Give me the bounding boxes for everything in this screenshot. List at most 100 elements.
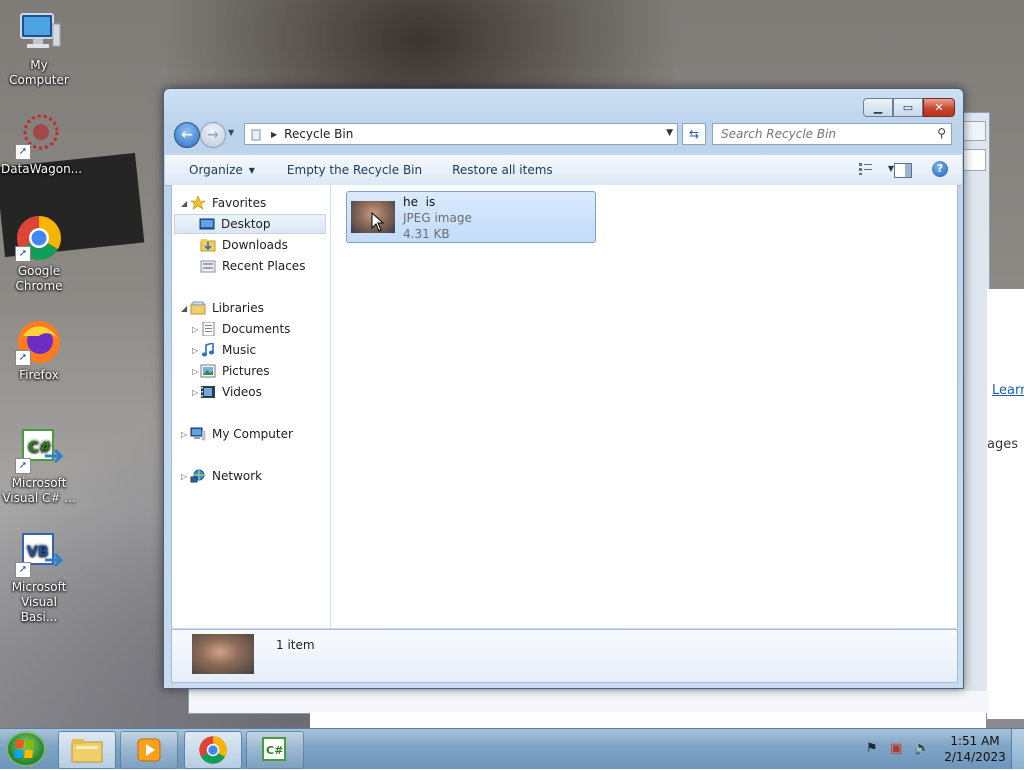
file-list[interactable]: he is JPEG image 4.31 KB <box>331 185 957 628</box>
expand-arrow-icon[interactable]: ▷ <box>181 430 187 439</box>
nav-recent-places[interactable]: Recent Places <box>200 256 305 276</box>
expand-arrow-icon[interactable]: ▷ <box>192 346 198 355</box>
restore-all-items-label: Restore all items <box>452 163 553 177</box>
nav-network[interactable]: Network <box>190 466 262 486</box>
search-input[interactable] <box>719 126 923 142</box>
expand-arrow-icon[interactable]: ▷ <box>192 325 198 334</box>
taskbar-explorer-button[interactable] <box>58 731 116 769</box>
explorer-folder-icon <box>71 739 103 763</box>
nav-desktop-label: Desktop <box>221 217 271 231</box>
windows-logo-icon <box>14 740 35 758</box>
computer-icon <box>190 427 206 441</box>
breadcrumb-recycle-bin[interactable]: Recycle Bin <box>284 127 353 141</box>
collapse-arrow-icon[interactable]: ◢ <box>181 199 187 208</box>
background-window-bottom-bar <box>189 691 989 713</box>
empty-recycle-bin-button[interactable]: Empty the Recycle Bin <box>275 163 434 177</box>
search-box[interactable]: ⚲ <box>712 123 952 145</box>
nav-favorites[interactable]: Favorites <box>190 193 266 213</box>
maximize-icon: ▭ <box>902 101 914 114</box>
mouse-cursor-icon <box>371 212 385 232</box>
details-pane: 1 item <box>171 629 958 683</box>
recycle-bin-icon <box>249 127 263 141</box>
nav-network-label: Network <box>212 469 263 483</box>
desktop-icon-visual-csharp[interactable]: C# ➚ Microsoft Visual C# ... <box>1 426 77 506</box>
clock-time: 1:51 AM <box>950 734 1000 748</box>
taskbar: C# ⚑ ▣ 🔈 1:51 AM 2/14/2023 <box>0 728 1024 769</box>
clock-date: 2/14/2023 <box>944 750 1006 764</box>
documents-icon <box>200 321 216 337</box>
show-desktop-button[interactable] <box>1011 729 1024 769</box>
background-window-field[interactable] <box>962 149 986 171</box>
expand-arrow-icon[interactable]: ▷ <box>192 367 198 376</box>
collapse-arrow-icon[interactable]: ◢ <box>181 304 187 313</box>
expand-arrow-icon[interactable]: ▷ <box>181 472 187 481</box>
music-icon <box>200 341 216 357</box>
minimize-button[interactable]: ▁ <box>863 98 893 117</box>
nav-my-computer-label: My Computer <box>212 427 293 441</box>
learn-link[interactable]: Learn <box>992 383 1024 398</box>
libraries-icon <box>190 301 206 315</box>
computer-icon <box>15 8 63 56</box>
breadcrumb-separator-icon[interactable]: ▶ <box>271 130 277 139</box>
recycle-bin-window[interactable]: ▁ ▭ ✕ ← → ▼ ▶ Recycle Bin ▼ ⇆ ⚲ Organize… <box>163 88 964 689</box>
taskbar-media-player-button[interactable] <box>120 731 178 769</box>
nav-favorites-label: Favorites <box>212 196 267 210</box>
nav-pictures[interactable]: Pictures <box>200 361 270 381</box>
close-button[interactable]: ✕ <box>923 98 955 117</box>
nav-music[interactable]: Music <box>200 340 256 360</box>
background-window-content <box>987 289 1024 719</box>
nav-downloads[interactable]: Downloads <box>200 235 288 255</box>
nav-downloads-label: Downloads <box>222 238 288 252</box>
forward-arrow-icon: → <box>207 127 219 143</box>
navigation-pane[interactable]: ◢ Favorites Desktop Downloads Recent Pla… <box>172 185 331 628</box>
nav-pictures-label: Pictures <box>222 364 270 378</box>
nav-libraries[interactable]: Libraries <box>190 298 264 318</box>
desktop-icon-my-computer[interactable]: My Computer <box>1 8 77 88</box>
change-view-button[interactable] <box>858 162 874 176</box>
file-item[interactable]: he is JPEG image 4.31 KB <box>346 191 596 243</box>
nav-documents-label: Documents <box>222 322 291 336</box>
nav-documents[interactable]: Documents <box>200 319 290 339</box>
nav-my-computer[interactable]: My Computer <box>190 424 293 444</box>
action-center-icon[interactable]: ⚑ <box>866 741 878 756</box>
network-icon <box>190 469 206 483</box>
desktop-icon-chrome[interactable]: ➚ Google Chrome <box>1 214 77 294</box>
desktop-icon-label: Firefox <box>19 368 59 382</box>
volume-icon[interactable]: 🔈 <box>914 741 930 756</box>
back-button[interactable]: ← <box>174 122 200 148</box>
file-size: 4.31 KB <box>403 227 450 241</box>
expand-arrow-icon[interactable]: ▷ <box>192 388 198 397</box>
forward-button[interactable]: → <box>200 122 226 148</box>
desktop-icon-label: DataWagon... <box>1 162 83 176</box>
svg-text:C#: C# <box>28 438 52 456</box>
svg-text:C#: C# <box>266 744 283 757</box>
preview-pane-button[interactable] <box>894 163 912 178</box>
maximize-button[interactable]: ▭ <box>893 98 923 117</box>
clock[interactable]: 1:51 AM 2/14/2023 <box>940 733 1010 765</box>
nav-recent-places-label: Recent Places <box>222 259 306 273</box>
help-button[interactable]: ? <box>932 161 948 177</box>
background-window-button[interactable] <box>962 121 986 141</box>
desktop-icon-visual-basic[interactable]: VB ➚ Microsoft Visual Basi... <box>1 530 77 625</box>
background-window-search-strip[interactable] <box>310 712 986 728</box>
shortcut-arrow-icon: ➚ <box>15 350 31 366</box>
recent-pages-chevron-icon[interactable]: ▼ <box>228 128 234 137</box>
visual-basic-icon: VB ➚ <box>15 530 65 578</box>
star-icon <box>190 195 206 210</box>
nav-videos[interactable]: Videos <box>200 382 262 402</box>
network-status-icon[interactable]: ▣ <box>890 741 902 756</box>
desktop-icon-datawagon[interactable]: ➚ DataWagon... <box>1 112 82 177</box>
nav-desktop[interactable]: Desktop <box>174 214 326 234</box>
desktop-icon-firefox[interactable]: ➚ Firefox <box>1 318 77 383</box>
address-bar[interactable]: ▶ Recycle Bin ▼ <box>244 123 678 145</box>
refresh-button[interactable]: ⇆ <box>682 123 706 145</box>
taskbar-chrome-button[interactable] <box>184 731 242 769</box>
search-icon[interactable]: ⚲ <box>937 126 946 140</box>
start-button[interactable] <box>6 731 46 767</box>
view-icon <box>859 163 872 175</box>
preview-pane-icon <box>905 164 911 177</box>
address-dropdown-icon[interactable]: ▼ <box>666 128 673 138</box>
organize-button[interactable]: Organize ▼ <box>177 163 267 177</box>
taskbar-visual-csharp-button[interactable]: C# <box>246 731 304 769</box>
restore-all-items-button[interactable]: Restore all items <box>440 163 565 177</box>
